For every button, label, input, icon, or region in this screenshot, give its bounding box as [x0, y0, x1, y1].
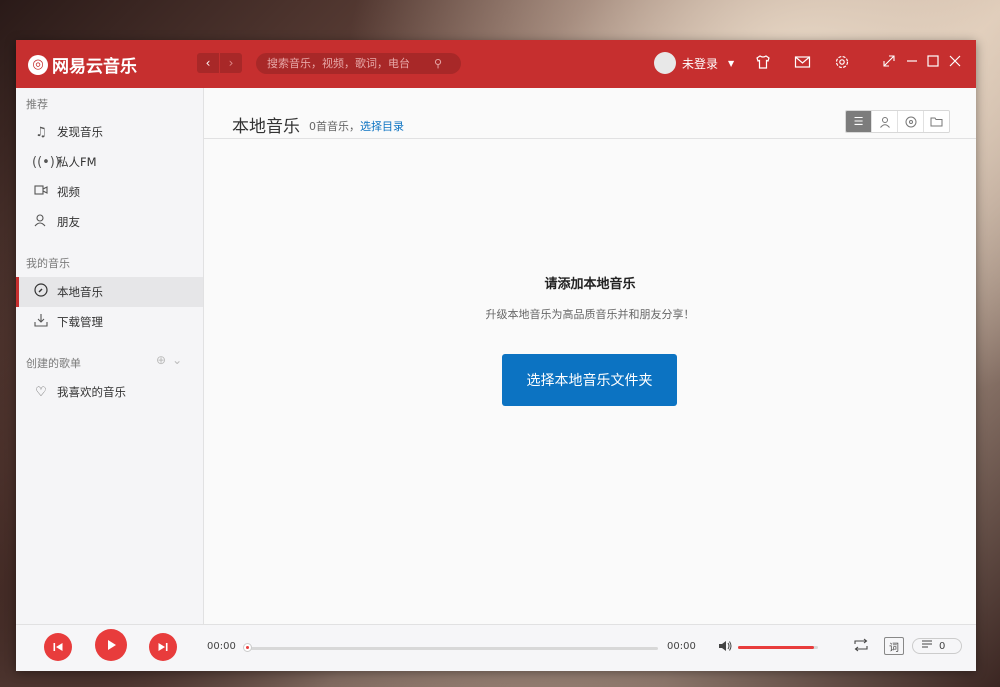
add-playlist-icon[interactable]: ⊕: [156, 353, 166, 367]
sidebar-item-downloads[interactable]: 下载管理: [16, 307, 203, 337]
volume-slider[interactable]: [738, 646, 818, 649]
playlist-icon: [921, 639, 933, 653]
music-note-icon: ♫: [35, 124, 47, 140]
disc-icon: [32, 283, 50, 301]
section-title-playlists: 创建的歌单: [26, 357, 81, 370]
skip-previous-icon: [53, 643, 63, 651]
current-time: 00:00: [207, 641, 236, 652]
mini-mode-icon[interactable]: [882, 54, 896, 73]
main-header: 本地音乐 0首音乐， 选择目录 ☰: [204, 88, 976, 139]
empty-state-title: 请添加本地音乐: [544, 277, 636, 292]
section-title-my-music: 我的音乐: [26, 257, 70, 270]
repeat-icon[interactable]: [852, 638, 870, 656]
sidebar: 推荐 ♫ 发现音乐 ((•)) 私人FM 视频 朋友 我的音乐 本地音乐 下载管…: [16, 88, 204, 624]
choose-directory-link[interactable]: 选择目录: [360, 118, 404, 134]
volume-level: [738, 646, 814, 649]
sidebar-item-discover[interactable]: ♫ 发现音乐: [16, 117, 203, 147]
next-track-button[interactable]: [149, 633, 177, 661]
sidebar-item-label: 视频: [57, 185, 80, 199]
playlist-button[interactable]: 0: [912, 638, 962, 654]
sidebar-item-fm[interactable]: ((•)) 私人FM: [16, 147, 203, 177]
progress-handle[interactable]: [243, 643, 252, 652]
list-view-icon[interactable]: ☰: [846, 111, 872, 132]
search-input[interactable]: [265, 56, 434, 71]
sidebar-item-label: 我喜欢的音乐: [57, 385, 126, 399]
title-bar: ◎ 网易云音乐 ‹ › ⚲ 未登录 ▼: [16, 40, 976, 88]
progress-slider[interactable]: [243, 643, 658, 652]
avatar[interactable]: [654, 52, 676, 74]
skin-shirt-icon[interactable]: [755, 54, 771, 75]
app-name: 网易云音乐: [52, 57, 137, 77]
choose-local-folder-button[interactable]: 选择本地音乐文件夹: [502, 354, 677, 406]
sidebar-item-label: 下载管理: [57, 315, 103, 329]
sidebar-item-label: 发现音乐: [57, 125, 103, 139]
song-count: 0首音乐，: [309, 120, 360, 133]
chevron-down-icon[interactable]: ▼: [728, 59, 734, 68]
main-content: 本地音乐 0首音乐， 选择目录 ☰ 请添加本地音乐 升级本地音乐为高品质音乐并和…: [204, 88, 976, 624]
sidebar-item-label: 朋友: [57, 215, 80, 229]
sidebar-item-label: 私人FM: [57, 155, 97, 169]
view-switcher: ☰: [845, 110, 950, 133]
friends-icon: [32, 213, 50, 231]
sidebar-item-video[interactable]: 视频: [16, 177, 203, 207]
maximize-icon[interactable]: [926, 54, 940, 73]
app-window: ◎ 网易云音乐 ‹ › ⚲ 未登录 ▼: [16, 40, 976, 671]
lyric-toggle-button[interactable]: 词: [884, 637, 904, 655]
history-nav: ‹ ›: [197, 53, 242, 73]
heart-icon: ♡: [35, 384, 47, 400]
chevron-down-icon[interactable]: ⌄: [172, 353, 182, 367]
search-box: ⚲: [256, 53, 461, 74]
sidebar-item-friends[interactable]: 朋友: [16, 207, 203, 237]
skip-next-icon: [158, 643, 168, 651]
empty-state-description: 升级本地音乐为高品质音乐并和朋友分享！: [485, 308, 695, 321]
page-title: 本地音乐: [232, 117, 300, 137]
sidebar-item-liked[interactable]: ♡ 我喜欢的音乐: [16, 377, 203, 407]
close-icon[interactable]: [948, 54, 962, 73]
sidebar-item-local-music[interactable]: 本地音乐: [16, 277, 203, 307]
sidebar-item-label: 本地音乐: [57, 285, 103, 299]
folder-view-icon[interactable]: [924, 111, 949, 132]
radio-icon: ((•)): [32, 154, 60, 170]
download-icon: [32, 313, 50, 331]
player-bar: 00:00 00:00 词 0: [16, 624, 976, 671]
section-title-recommend: 推荐: [26, 98, 48, 111]
user-menu[interactable]: 未登录 ▼: [654, 52, 734, 74]
play-icon: [108, 640, 116, 650]
minimize-icon[interactable]: [905, 54, 919, 73]
back-button[interactable]: ‹: [197, 53, 219, 73]
netease-logo-icon: ◎: [28, 54, 48, 75]
playlist-actions: ⊕ ⌄: [156, 353, 182, 367]
user-name[interactable]: 未登录: [682, 55, 718, 72]
forward-button[interactable]: ›: [220, 53, 242, 73]
artist-view-icon[interactable]: [872, 111, 898, 132]
gear-icon[interactable]: [834, 54, 850, 75]
app-logo[interactable]: ◎ 网易云音乐: [28, 52, 137, 77]
album-view-icon[interactable]: [898, 111, 924, 132]
video-icon: [32, 184, 50, 200]
previous-track-button[interactable]: [44, 633, 72, 661]
total-time: 00:00: [667, 641, 696, 652]
search-icon[interactable]: ⚲: [434, 57, 442, 70]
play-button[interactable]: [95, 629, 127, 661]
volume-icon[interactable]: [718, 639, 733, 657]
playlist-count: 0: [939, 640, 946, 652]
mail-icon[interactable]: [794, 54, 811, 75]
